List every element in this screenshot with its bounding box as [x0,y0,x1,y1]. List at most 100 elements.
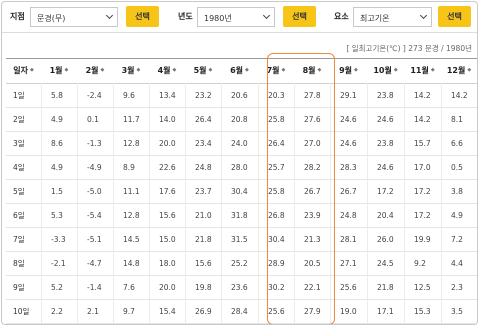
temperature-cell: 8.9 [123,163,135,172]
temperature-cell: 20.0 [159,139,176,148]
temperature-cell: 12.8 [123,139,140,148]
climate-data-panel: 지점 문경(무) 선택 년도 1980년 선택 요소 최고기온 선택 [ 일최고… [1,1,478,325]
temperature-cell: -4.7 [87,259,102,268]
temperature-cell: 26.0 [377,235,394,244]
temperature-cell: 3.8 [451,187,463,196]
day-cell: 4일 [13,163,25,172]
temperature-cell: 3.5 [451,307,463,316]
temperature-cell: 24.6 [340,115,357,124]
sort-icon: ◆ [64,67,69,73]
temperature-cell: 17.2 [414,187,431,196]
day-cell: 6일 [13,211,25,220]
temperature-cell: 28.3 [340,163,357,172]
temperature-cell: 26.7 [340,187,357,196]
temperature-cell: 30.4 [231,187,248,196]
temperature-cell: -2.4 [87,91,102,100]
sort-icon: ◆ [136,67,141,73]
column-header[interactable]: 3월 ◆ [113,58,149,83]
column-header[interactable]: 10월 ◆ [367,58,404,83]
temperature-cell: 29.1 [340,91,357,100]
temperature-cell: 14.2 [414,115,431,124]
temperature-cell: 5.8 [51,91,63,100]
column-header-label: 5월 [193,66,207,75]
temperature-cell: 6.6 [451,139,463,148]
temperature-cell: -1.4 [87,283,102,292]
temperature-cell: -3.3 [51,235,66,244]
year-label: 년도 [178,12,193,21]
temperature-cell: 4.4 [451,259,463,268]
temperature-cell: 5.2 [51,283,63,292]
day-cell: 5일 [13,187,25,196]
year-select[interactable]: 1980년 [197,7,275,27]
temperature-cell: 0.1 [87,115,99,124]
sort-icon: ◆ [208,67,213,73]
row-divider [6,323,477,324]
day-cell: 10일 [13,307,30,316]
column-header-label: 2월 [85,66,99,75]
temperature-cell: 23.7 [195,187,212,196]
element-select-button[interactable]: 선택 [438,6,471,27]
temperature-cell: 17.0 [414,163,431,172]
column-header-label: 일자 [13,66,28,75]
temperature-cell: 2.2 [51,307,63,316]
temperature-cell: 12.5 [414,283,431,292]
temperature-cell: 31.8 [231,211,248,220]
column-header[interactable]: 9월 ◆ [330,58,367,83]
sort-icon: ◆ [29,67,34,73]
temperature-cell: 28.4 [231,307,248,316]
temperature-cell: 24.5 [377,259,394,268]
temperature-cell: -1.3 [87,139,102,148]
column-header-label: 12월 [446,66,466,75]
temperature-cell: 13.4 [159,91,176,100]
temperature-cell: 7.2 [451,235,463,244]
sort-icon: ◆ [467,67,472,73]
unit-note: [ 일최고기온(℃) ] 273 문경 / 1980년 [346,44,472,53]
column-header[interactable]: 12월 ◆ [441,58,477,83]
temperature-cell: 24.8 [340,211,357,220]
temperature-cell: 23.8 [377,139,394,148]
column-header[interactable]: 일자 ◆ [6,58,41,83]
temperature-cell: 14.8 [123,259,140,268]
temperature-cell: 18.0 [159,259,176,268]
column-header[interactable]: 6월 ◆ [221,58,258,83]
element-label: 요소 [334,12,349,21]
sort-icon: ◆ [430,67,435,73]
temperature-cell: 1.5 [51,187,63,196]
year-value: 1980년 [204,14,232,23]
sort-icon: ◆ [393,67,398,73]
column-header[interactable]: 4월 ◆ [149,58,185,83]
temperature-cell: 22.6 [159,163,176,172]
column-header[interactable]: 2월 ◆ [77,58,113,83]
station-select[interactable]: 문경(무) [30,7,118,27]
highlight-box-jul-aug [267,53,335,324]
sort-icon: ◆ [354,67,358,73]
temperature-cell: 15.0 [159,235,176,244]
temperature-cell: 20.4 [377,211,394,220]
temperature-cell: 19.9 [414,235,431,244]
temperature-cell: 4.9 [51,163,63,172]
temperature-cell: 21.0 [195,211,212,220]
year-select-button[interactable]: 선택 [283,6,316,27]
temperature-cell: 23.8 [377,91,394,100]
column-header[interactable]: 5월 ◆ [185,58,221,83]
element-select[interactable]: 최고기온 [353,7,432,27]
temperature-cell: -4.9 [87,163,102,172]
temperature-cell: 19.8 [195,283,212,292]
temperature-cell: 0.5 [451,163,463,172]
station-label: 지점 [10,12,25,21]
column-header[interactable]: 1월 ◆ [41,58,77,83]
column-header[interactable]: 11월 ◆ [404,58,441,83]
temperature-cell: 11.7 [123,115,140,124]
temperature-cell: 14.0 [159,115,176,124]
temperature-cell: 20.6 [231,91,248,100]
column-header-label: 11월 [410,66,429,75]
day-cell: 3일 [13,139,25,148]
temperature-cell: 21.8 [377,283,394,292]
temperature-cell: -5.1 [87,235,102,244]
temperature-cell: 17.1 [377,307,394,316]
temperature-cell: 19.0 [340,307,357,316]
station-select-button[interactable]: 선택 [126,6,159,27]
temperature-cell: 23.4 [195,139,212,148]
temperature-cell: 23.2 [195,91,212,100]
column-header-label: 10월 [373,66,392,75]
